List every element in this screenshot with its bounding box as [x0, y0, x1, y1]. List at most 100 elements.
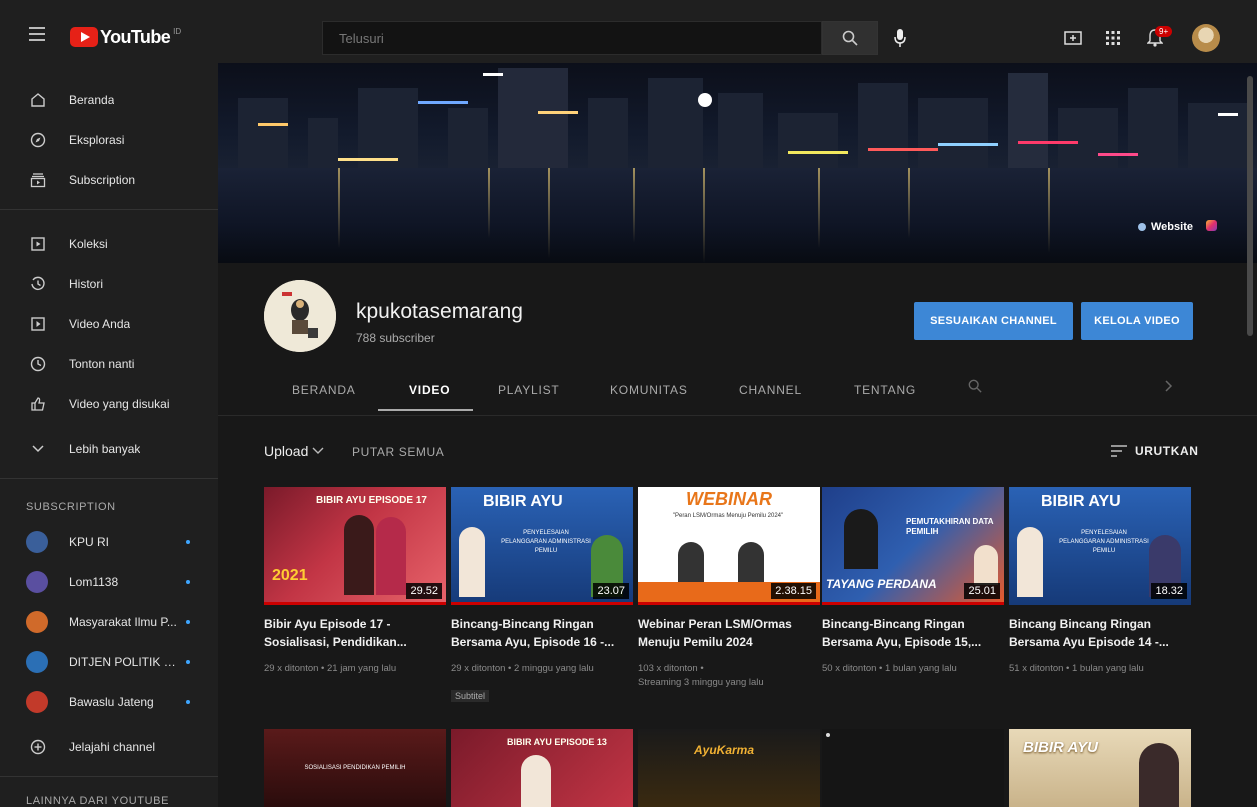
video-title[interactable]: Bincang-Bincang Ringan Bersama Ayu, Episo… — [451, 615, 631, 651]
sort-label: URUTKAN — [1135, 444, 1199, 458]
new-content-dot — [186, 700, 190, 704]
tab-playlist[interactable]: PLAYLIST — [498, 383, 560, 397]
sidebar-item-beranda[interactable]: Beranda — [0, 80, 218, 120]
page-scrollbar[interactable] — [1247, 76, 1253, 336]
instagram-link[interactable] — [1206, 220, 1217, 231]
video-title-line: Bincang-Bincang Ringan — [822, 617, 965, 631]
video-meta: 103 x ditonton • Streaming 3 minggu yang … — [638, 662, 820, 690]
channel-avatar — [26, 651, 48, 673]
chevron-down-icon — [29, 440, 47, 458]
sidebar-sub-ditjen[interactable]: DITJEN POLITIK D... — [0, 642, 218, 682]
video-thumbnail[interactable]: WEBINAR "Peran LSM/Ormas Menuju Pemilu 2… — [638, 487, 820, 605]
thumb-title: PEMUTAKHIRAN DATA PEMILIH — [906, 517, 994, 536]
website-link[interactable]: Website — [1138, 221, 1193, 233]
apps-button[interactable] — [1100, 25, 1126, 51]
subscription-heading: SUBSCRIPTION — [26, 501, 116, 513]
sidebar-item-label: Beranda — [69, 93, 115, 107]
watch-progress-bar — [638, 602, 820, 605]
video-title-line: Bincang Bincang Ringan — [1009, 617, 1152, 631]
video-duration: 23.07 — [593, 583, 629, 599]
account-avatar[interactable] — [1192, 24, 1220, 52]
video-title[interactable]: Bincang Bincang Ringan Bersama Ayu Episod… — [1009, 615, 1189, 651]
sidebar-item-lebih-banyak[interactable]: Lebih banyak — [0, 429, 218, 469]
search-button[interactable] — [822, 21, 878, 55]
sidebar-divider — [0, 776, 218, 777]
add-circle-icon — [29, 738, 47, 756]
sidebar-item-label: Jelajahi channel — [69, 740, 156, 754]
sidebar-item-video-anda[interactable]: Video Anda — [0, 304, 218, 344]
tab-tentang[interactable]: TENTANG — [854, 383, 916, 397]
video-thumbnail[interactable]: BIBIR AYU PENYELESAIAN PELANGGARAN ADMIN… — [451, 487, 633, 605]
compass-icon — [29, 131, 47, 149]
video-thumbnail[interactable]: BIBIR AYU PENYELESAIAN PELANGGARAN ADMIN… — [1009, 487, 1191, 605]
clock-icon — [29, 355, 47, 373]
thumb-subtitle: TAYANG PERDANA — [826, 577, 937, 591]
notification-badge: 9+ — [1155, 26, 1173, 37]
channel-search-button[interactable] — [968, 379, 982, 396]
play-all-button[interactable]: PUTAR SEMUA — [352, 445, 444, 459]
sidebar-sub-lom1138[interactable]: Lom1138 — [0, 562, 218, 602]
sidebar: Beranda Eksplorasi Subscription Koleksi … — [0, 76, 218, 807]
video-thumbnail[interactable]: BIBIR AYU — [1009, 729, 1191, 807]
thumb-title: BIBIR AYU — [483, 493, 563, 510]
sidebar-item-koleksi[interactable]: Koleksi — [0, 224, 218, 264]
video-meta: 29 x ditonton • 21 jam yang lalu — [264, 662, 446, 676]
sidebar-item-tonton-nanti[interactable]: Tonton nanti — [0, 344, 218, 384]
search-icon — [842, 30, 858, 46]
video-meta-line: 29 x ditonton • 21 jam yang lalu — [264, 663, 397, 674]
sidebar-sub-bawaslu[interactable]: Bawaslu Jateng — [0, 682, 218, 722]
channel-avatar[interactable] — [264, 280, 336, 352]
history-icon — [29, 275, 47, 293]
sidebar-item-label: Lom1138 — [69, 575, 119, 589]
tab-channel[interactable]: CHANNEL — [739, 383, 802, 397]
search-input[interactable] — [323, 22, 821, 54]
menu-icon[interactable] — [29, 27, 45, 41]
tab-video[interactable]: VIDEO — [409, 383, 450, 397]
channel-banner: Website — [218, 63, 1257, 263]
voice-search-button[interactable] — [885, 23, 915, 53]
video-thumbnail[interactable]: BIBIR AYU EPISODE 13 — [451, 729, 633, 807]
sidebar-item-label: Video Anda — [69, 317, 131, 331]
tab-komunitas[interactable]: KOMUNITAS — [610, 383, 688, 397]
video-thumbnail[interactable]: BIBIR AYU EPISODE 17 2021 29.52 — [264, 487, 446, 605]
video-title[interactable]: Bincang-Bincang Ringan Bersama Ayu, Episo… — [822, 615, 1002, 651]
video-thumbnail[interactable]: SOSIALISASI PENDIDIKAN PEMILIH — [264, 729, 446, 807]
sidebar-item-eksplorasi[interactable]: Eksplorasi — [0, 120, 218, 160]
upload-filter-dropdown[interactable]: Upload — [264, 443, 324, 459]
video-title[interactable]: Bibir Ayu Episode 17 - Sosialisasi, Pendi… — [264, 615, 444, 651]
customize-channel-button[interactable]: SESUAIKAN CHANNEL — [914, 302, 1073, 340]
sidebar-item-jelajahi-channel[interactable]: Jelajahi channel — [0, 727, 218, 767]
video-duration: 18.32 — [1151, 583, 1187, 599]
tabs-divider — [218, 415, 1257, 416]
sidebar-item-label: KPU RI — [69, 535, 110, 549]
video-meta: 51 x ditonton • 1 bulan yang lalu — [1009, 662, 1191, 676]
video-thumbnail[interactable]: AyuKarma — [638, 729, 820, 807]
video-title-line: Bibir Ayu Episode 17 - — [264, 617, 391, 631]
subscriber-count: 788 subscriber — [356, 331, 435, 345]
watch-progress-bar — [822, 602, 1004, 605]
video-title-line: Menuju Pemilu 2024 — [638, 635, 753, 649]
tab-beranda[interactable]: BERANDA — [292, 383, 356, 397]
new-content-dot — [186, 540, 190, 544]
youtube-logo[interactable]: YouTube ID — [70, 26, 181, 48]
create-button[interactable] — [1060, 25, 1086, 51]
website-label: Website — [1151, 221, 1193, 233]
manage-videos-button[interactable]: KELOLA VIDEO — [1081, 302, 1193, 340]
thumb-subtitle: "Peran LSM/Ormas Menuju Pemilu 2024" — [672, 513, 784, 519]
sidebar-sub-masyarakat[interactable]: Masyarakat Ilmu P... — [0, 602, 218, 642]
sidebar-item-subscription[interactable]: Subscription — [0, 160, 218, 200]
globe-icon — [1138, 223, 1146, 231]
subscriptions-icon — [29, 171, 47, 189]
home-icon — [29, 91, 47, 109]
sort-button[interactable]: URUTKAN — [1111, 444, 1199, 458]
sidebar-item-histori[interactable]: Histori — [0, 264, 218, 304]
video-thumbnail[interactable]: PEMUTAKHIRAN DATA PEMILIH TAYANG PERDANA… — [822, 487, 1004, 605]
search-icon — [968, 379, 982, 393]
video-title[interactable]: Webinar Peran LSM/Ormas Menuju Pemilu 202… — [638, 615, 818, 651]
thumb-title: SOSIALISASI PENDIDIKAN PEMILIH — [304, 765, 406, 771]
sidebar-item-video-disukai[interactable]: Video yang disukai — [0, 384, 218, 424]
sidebar-sub-kpu-ri[interactable]: KPU RI — [0, 522, 218, 562]
thumb-title: BIBIR AYU — [1041, 493, 1121, 510]
video-thumbnail[interactable] — [822, 729, 1004, 807]
tabs-scroll-right-button[interactable] — [1164, 379, 1174, 396]
